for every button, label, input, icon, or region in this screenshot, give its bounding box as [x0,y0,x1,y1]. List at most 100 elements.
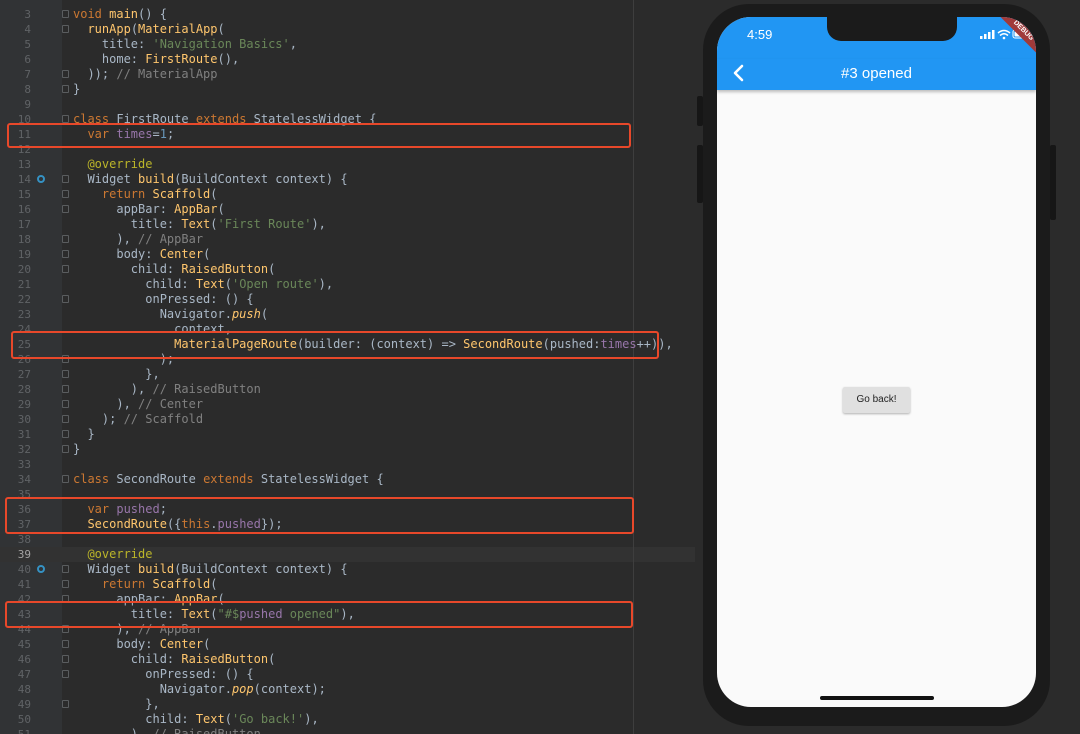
code-line[interactable]: 17 title: Text('First Route'), [0,217,695,232]
code-line[interactable]: 39 @override [0,547,695,562]
code-text: class SecondRoute extends StatelessWidge… [73,472,384,486]
fold-toggle-icon[interactable] [62,235,69,243]
code-line[interactable]: 8} [0,82,695,97]
code-line[interactable]: 31 } [0,427,695,442]
app-bar-title: #3 opened [841,65,912,82]
code-text: child: RaisedButton( [73,652,276,666]
fold-toggle-icon[interactable] [62,580,69,588]
code-line[interactable]: 46 child: RaisedButton( [0,652,695,667]
fold-toggle-icon[interactable] [62,70,69,78]
code-line[interactable]: 19 body: Center( [0,247,695,262]
code-line[interactable]: 28 ), // RaisedButton [0,382,695,397]
override-method-icon[interactable] [37,565,45,573]
line-number: 28 [17,383,31,396]
line-number: 47 [17,668,31,681]
code-line[interactable]: 9 [0,97,695,112]
fold-toggle-icon[interactable] [62,10,69,18]
code-line[interactable]: 3 void main() { [0,7,695,22]
line-number: 40 [17,563,31,576]
code-line[interactable]: 29 ), // Center [0,397,695,412]
code-line[interactable]: 47 onPressed: () { [0,667,695,682]
code-line[interactable]: 20 child: RaisedButton( [0,262,695,277]
fold-toggle-icon[interactable] [62,700,69,708]
code-line[interactable]: 40 Widget build(BuildContext context) { [0,562,695,577]
line-number: 18 [17,233,31,246]
code-text: Navigator.push( [73,307,269,321]
code-text: Widget build(BuildContext context) { [73,172,348,186]
code-text: child: Text('Open route'), [73,277,334,291]
line-number: 21 [17,278,31,291]
code-line[interactable]: 6 home: FirstRoute(), [0,52,695,67]
fold-toggle-icon[interactable] [62,640,69,648]
code-line[interactable]: 48 Navigator.pop(context); [0,682,695,697]
code-line[interactable]: 33 [0,457,695,472]
fold-toggle-icon[interactable] [62,475,69,483]
code-line[interactable]: 22 onPressed: () { [0,292,695,307]
fold-toggle-icon[interactable] [62,655,69,663]
code-text: appBar: AppBar( [73,202,225,216]
fold-toggle-icon[interactable] [62,430,69,438]
code-text: body: Center( [73,637,211,651]
fold-toggle-icon[interactable] [62,370,69,378]
line-number: 48 [17,683,31,696]
fold-toggle-icon[interactable] [62,205,69,213]
line-number: 45 [17,638,31,651]
phone-power-button [1050,145,1056,220]
fold-toggle-icon[interactable] [62,445,69,453]
code-text: }, [73,697,160,711]
fold-toggle-icon[interactable] [62,175,69,183]
line-number: 30 [17,413,31,426]
line-number: 16 [17,203,31,216]
fold-toggle-icon[interactable] [62,295,69,303]
fold-toggle-icon[interactable] [62,25,69,33]
code-line[interactable]: 32} [0,442,695,457]
fold-toggle-icon[interactable] [62,400,69,408]
code-line[interactable]: 18 ), // AppBar [0,232,695,247]
fold-toggle-icon[interactable] [62,415,69,423]
code-text: runApp(MaterialApp( [87,22,225,36]
code-line[interactable]: 16 appBar: AppBar( [0,202,695,217]
code-line[interactable]: 5 title: 'Navigation Basics', [0,37,695,52]
signal-icon [980,30,995,39]
code-text: child: Text('Go back!'), [73,712,319,726]
code-line[interactable]: 49 }, [0,697,695,712]
fold-toggle-icon[interactable] [62,115,69,123]
phone-screen[interactable]: 4:59 #3 opened DEBUG Go back! [717,17,1036,707]
fold-toggle-icon[interactable] [62,190,69,198]
code-text: child: RaisedButton( [73,262,276,276]
line-number: 32 [17,443,31,456]
code-line[interactable]: 41 return Scaffold( [0,577,695,592]
fold-toggle-icon[interactable] [62,265,69,273]
fold-toggle-icon[interactable] [62,565,69,573]
code-line[interactable]: 23 Navigator.push( [0,307,695,322]
fold-toggle-icon[interactable] [62,250,69,258]
line-number: 23 [17,308,31,321]
code-text: ), // AppBar [73,232,204,246]
line-number: 7 [24,68,31,81]
code-line[interactable]: 13 @override [0,157,695,172]
code-line[interactable]: 15 return Scaffold( [0,187,695,202]
code-text: body: Center( [73,247,211,261]
code-line[interactable]: 4 runApp(MaterialApp( [0,22,695,37]
code-line[interactable]: 7 )); // MaterialApp [0,67,695,82]
fold-toggle-icon[interactable] [62,670,69,678]
highlight-box-appbar-title [5,601,633,628]
code-line[interactable]: 34 class SecondRoute extends StatelessWid… [0,472,695,487]
fold-toggle-icon[interactable] [62,385,69,393]
code-line[interactable]: 14 Widget build(BuildContext context) { [0,172,695,187]
go-back-button[interactable]: Go back! [843,387,910,413]
override-method-icon[interactable] [37,175,45,183]
line-number: 6 [24,53,31,66]
code-text: title: 'Navigation Basics', [73,37,297,51]
code-line[interactable]: 38 [0,532,695,547]
code-editor[interactable]: 3 void main() {4 runApp(MaterialApp(5 tit… [0,0,695,734]
code-line[interactable]: 45 body: Center( [0,637,695,652]
code-text: return Scaffold( [101,187,218,201]
code-line[interactable]: 51 ), // RaisedButton [0,727,695,734]
code-line[interactable]: 30 ); // Scaffold [0,412,695,427]
code-line[interactable]: 50 child: Text('Go back!'), [0,712,695,727]
code-line[interactable]: 27 }, [0,367,695,382]
code-line[interactable]: 21 child: Text('Open route'), [0,277,695,292]
line-number: 39 [17,548,31,561]
fold-toggle-icon[interactable] [62,85,69,93]
